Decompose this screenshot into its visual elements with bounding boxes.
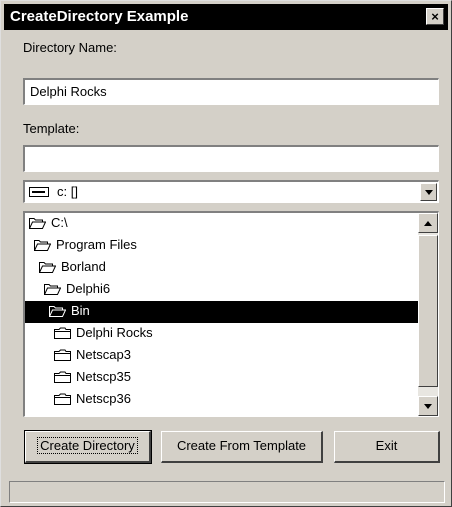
tree-item[interactable]: Program Files <box>25 235 419 257</box>
folder-open-icon <box>34 240 51 251</box>
tree-item-label: C:\ <box>51 215 68 230</box>
create-from-template-button[interactable]: Create From Template <box>161 431 323 463</box>
tree-item[interactable]: C:\ <box>25 213 419 235</box>
tree-item[interactable]: Borland <box>25 257 419 279</box>
tree-item[interactable]: Netscp36 <box>25 389 419 411</box>
tree-item-label: Program Files <box>56 237 137 252</box>
create-directory-button[interactable]: Create Directory <box>24 430 152 464</box>
tree-item[interactable]: Delphi Rocks <box>25 323 419 345</box>
scroll-down-button[interactable] <box>418 396 438 416</box>
scroll-thumb[interactable] <box>418 235 438 387</box>
folder-open-icon <box>39 262 56 273</box>
directory-name-label: Directory Name: <box>23 40 117 55</box>
folder-open-icon <box>44 284 61 295</box>
arrow-up-icon <box>424 221 432 226</box>
title-bar[interactable]: CreateDirectory Example × <box>4 4 448 30</box>
tree-item-label: Netscap3 <box>76 347 131 362</box>
drive-value: c: [] <box>57 184 78 199</box>
drive-combobox[interactable]: c: [] <box>23 180 439 203</box>
tree-item[interactable]: Netscap3 <box>25 345 419 367</box>
drive-dropdown-button[interactable] <box>420 183 437 201</box>
scroll-up-button[interactable] <box>418 213 438 233</box>
tree-item-label: Bin <box>71 303 90 318</box>
tree-item-label: Netscp36 <box>76 391 131 406</box>
tree-item-label: Delphi6 <box>66 281 111 296</box>
vertical-scrollbar[interactable] <box>418 213 438 416</box>
template-field[interactable] <box>23 145 439 172</box>
directory-tree-list[interactable]: C:\ Program Files Borland Delphi6 Bin Delphi … <box>23 211 439 417</box>
create-directory-label: Create Directory <box>37 437 138 454</box>
window-title: CreateDirectory Example <box>10 8 189 25</box>
directory-name-field[interactable]: Delphi Rocks <box>23 78 439 105</box>
status-bar <box>9 481 445 503</box>
tree-item[interactable]: Bin <box>25 301 419 323</box>
exit-button[interactable]: Exit <box>334 431 440 463</box>
chevron-down-icon <box>425 190 433 195</box>
tree-item-label: Delphi Rocks <box>76 325 153 340</box>
tree-item-label: Borland <box>61 259 106 274</box>
folder-open-icon <box>49 306 66 317</box>
dialog-window: CreateDirectory Example × Directory Name… <box>0 0 452 507</box>
folder-icon <box>54 371 71 383</box>
folder-icon <box>54 327 71 339</box>
arrow-down-icon <box>424 404 432 409</box>
template-label: Template: <box>23 121 80 136</box>
tree-item[interactable]: Netscp35 <box>25 367 419 389</box>
folder-icon <box>54 349 71 361</box>
drive-icon <box>29 187 49 197</box>
tree-item-label: Netscp35 <box>76 369 131 384</box>
folder-open-icon <box>29 218 46 229</box>
close-button[interactable]: × <box>426 8 444 25</box>
tree-item[interactable]: Delphi6 <box>25 279 419 301</box>
folder-icon <box>54 393 71 405</box>
